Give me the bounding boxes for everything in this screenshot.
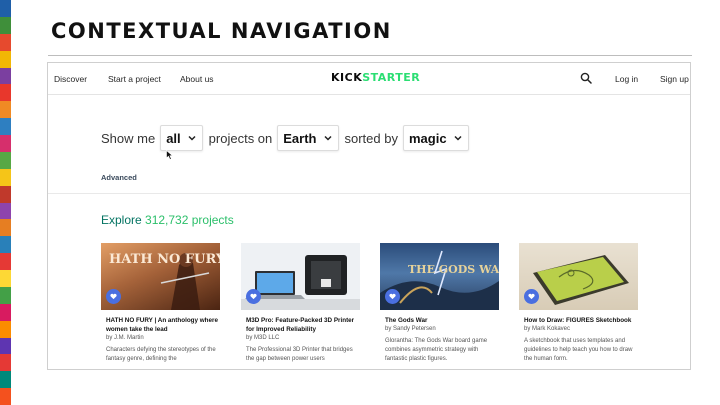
category-value: all [166, 130, 181, 146]
location-dropdown[interactable]: Earth [277, 125, 339, 151]
sort-value: magic [408, 130, 447, 146]
project-card[interactable]: HATH NO FURY HATH NO FURY | An anthology… [101, 243, 220, 369]
save-project-button[interactable] [246, 289, 261, 304]
project-image[interactable] [241, 243, 360, 310]
slide-title: CONTEXTUAL NAVIGATION [51, 19, 392, 43]
heart-icon [110, 293, 117, 300]
save-project-button[interactable] [385, 289, 400, 304]
nav-log-in[interactable]: Log in [615, 74, 638, 84]
label-show-me: Show me [101, 130, 156, 146]
top-nav: Discover Start a project About us KICKST… [48, 63, 690, 95]
explore-label: Explore [101, 213, 142, 227]
explore-heading: Explore 312,732 projects [101, 213, 234, 227]
kickstarter-logo[interactable]: KICKSTARTER [331, 71, 420, 84]
logo-part-starter: STARTER [362, 71, 421, 84]
project-title[interactable]: The Gods War [380, 316, 499, 325]
project-count-link[interactable]: 312,732 projects [145, 213, 234, 227]
heart-icon [250, 293, 257, 300]
sort-dropdown[interactable]: magic [402, 125, 469, 151]
label-projects-on: projects on [208, 130, 273, 146]
save-project-button[interactable] [106, 289, 121, 304]
project-creator[interactable]: by Mark Kokavec [519, 325, 638, 334]
heart-icon [389, 293, 396, 300]
advanced-link[interactable]: Advanced [101, 173, 137, 182]
chevron-down-icon [323, 135, 332, 141]
search-icon[interactable] [580, 72, 592, 84]
decorative-color-strip [0, 0, 11, 405]
project-image[interactable]: THE GODS WAR [380, 243, 499, 310]
project-image[interactable]: HATH NO FURY [101, 243, 220, 310]
kickstarter-screenshot: Discover Start a project About us KICKST… [47, 62, 691, 370]
project-card[interactable]: M3D Pro: Feature-Packed 3D Printer for I… [241, 243, 360, 369]
title-divider [48, 55, 692, 56]
project-cards: HATH NO FURY HATH NO FURY | An anthology… [101, 243, 661, 369]
project-card[interactable]: How to Draw: FIGURES Sketchbook by Mark … [519, 243, 638, 369]
project-description: Characters defying the stereotypes of th… [106, 347, 216, 362]
label-sorted-by: sorted by [344, 130, 398, 146]
project-description: Glorantha: The Gods War board game combi… [385, 338, 488, 362]
nav-sign-up[interactable]: Sign up [660, 74, 689, 84]
logo-part-kick: KICK [331, 71, 363, 84]
project-creator[interactable]: by M3D LLC [241, 334, 360, 343]
project-title[interactable]: How to Draw: FIGURES Sketchbook [519, 316, 638, 325]
project-card[interactable]: THE GODS WAR The Gods War by Sandy Peter… [380, 243, 499, 369]
nav-about-us[interactable]: About us [180, 74, 214, 84]
image-caption: HATH NO FURY [109, 252, 220, 267]
location-value: Earth [283, 130, 317, 146]
project-description: The Professional 3D Printer that bridges… [246, 347, 353, 362]
image-caption: THE GODS WAR [408, 263, 499, 276]
project-description: A sketchbook that uses templates and gui… [524, 338, 633, 362]
nav-start-project[interactable]: Start a project [108, 74, 161, 84]
project-creator[interactable]: by J.M. Martin [101, 334, 220, 343]
category-dropdown[interactable]: all [160, 125, 203, 151]
chevron-down-icon [188, 135, 196, 141]
chevron-down-icon [454, 135, 462, 141]
project-title[interactable]: M3D Pro: Feature-Packed 3D Printer for I… [241, 316, 360, 334]
project-title[interactable]: HATH NO FURY | An anthology where women … [101, 316, 220, 334]
cursor-icon [166, 150, 173, 160]
project-image[interactable] [519, 243, 638, 310]
project-creator[interactable]: by Sandy Petersen [380, 325, 499, 334]
save-project-button[interactable] [524, 289, 539, 304]
heart-icon [528, 293, 535, 300]
nav-discover[interactable]: Discover [54, 74, 87, 84]
filter-sentence: Show me all projects on Earth sorted by … [101, 125, 475, 151]
discovery-filter: Show me all projects on Earth sorted by … [48, 95, 690, 194]
